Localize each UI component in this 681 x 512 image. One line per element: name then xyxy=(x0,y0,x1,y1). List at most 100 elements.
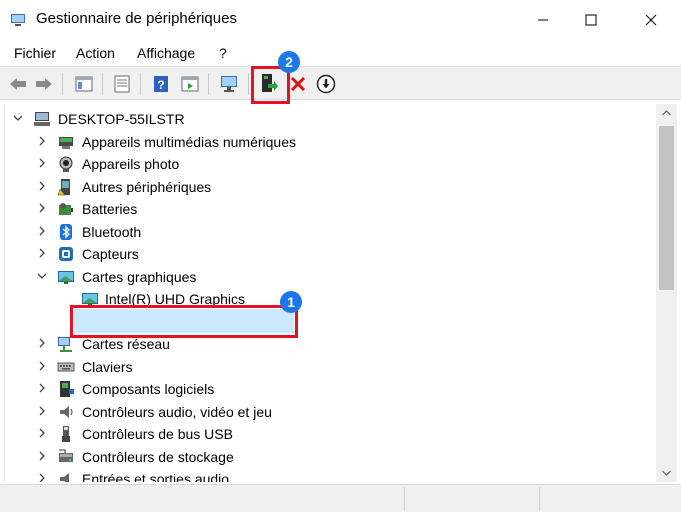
maximize-icon xyxy=(585,14,597,26)
sensor-icon xyxy=(59,247,73,261)
tree-category[interactable]: Contrôleurs de bus USB xyxy=(5,423,654,445)
close-icon xyxy=(645,14,657,26)
console-tree-icon xyxy=(75,76,93,92)
tree-category[interactable]: Batteries xyxy=(5,198,654,220)
scroll-down-button[interactable] xyxy=(656,464,677,482)
chevron-down-icon xyxy=(662,470,671,476)
camera-icon xyxy=(59,156,73,172)
console-tree-button[interactable] xyxy=(72,72,96,96)
category-label: Appareils photo xyxy=(82,156,180,172)
vertical-scrollbar[interactable] xyxy=(656,104,677,482)
chevron-up-icon xyxy=(662,110,671,116)
tree-root[interactable]: DESKTOP-55ILSTR xyxy=(5,108,654,130)
category-label: Autres périphériques xyxy=(82,179,212,195)
toolbar-separator xyxy=(102,73,103,95)
storage-controller-icon xyxy=(59,449,73,462)
chevron-right-icon[interactable] xyxy=(37,203,47,213)
menu-help[interactable]: ? xyxy=(219,45,227,61)
scan-hardware-icon xyxy=(221,76,237,92)
tree-category[interactable]: Capteurs xyxy=(5,243,654,265)
keyboard-icon xyxy=(57,362,75,372)
tree-category[interactable]: Cartes graphiques xyxy=(5,266,654,288)
computer-name: DESKTOP-55ILSTR xyxy=(58,111,185,127)
minimize-button[interactable] xyxy=(520,0,566,40)
category-label: Cartes graphiques xyxy=(82,269,197,285)
tree-category[interactable]: Appareils photo xyxy=(5,153,654,175)
uninstall-device-icon xyxy=(290,76,306,92)
status-bar xyxy=(0,484,681,512)
tree-category[interactable]: Composants logiciels xyxy=(5,378,654,400)
scan-hardware-button[interactable] xyxy=(218,72,242,96)
usb-icon xyxy=(62,426,70,442)
highlight-box-selected-device xyxy=(70,305,298,338)
chevron-right-icon[interactable] xyxy=(37,383,47,393)
device-tree[interactable]: DESKTOP-55ILSTR Appareils multimédias nu… xyxy=(4,104,654,482)
tree-category[interactable]: Bluetooth xyxy=(5,221,654,243)
category-label: Contrôleurs de stockage xyxy=(82,449,234,465)
tree-category[interactable]: Entrées et sorties audio xyxy=(5,468,654,482)
media-device-icon xyxy=(59,137,73,149)
chevron-right-icon[interactable] xyxy=(37,406,47,416)
minimize-icon xyxy=(538,19,548,21)
tree-category[interactable]: Contrôleurs audio, vidéo et jeu xyxy=(5,401,654,423)
category-label: Appareils multimédias numériques xyxy=(82,134,296,150)
category-label: Contrôleurs audio, vidéo et jeu xyxy=(82,404,272,420)
scroll-thumb[interactable] xyxy=(659,126,674,290)
back-arrow-icon xyxy=(10,78,26,90)
chevron-down-icon[interactable] xyxy=(37,271,47,281)
category-label: Entrées et sorties audio xyxy=(82,471,230,482)
toolbar: ? xyxy=(0,66,681,100)
tree-category[interactable]: Contrôleurs de stockage xyxy=(5,446,654,468)
category-label: Cartes réseau xyxy=(82,336,170,352)
scroll-up-button[interactable] xyxy=(656,104,677,122)
annotation-badge-1: 1 xyxy=(280,291,302,313)
toolbar-separator xyxy=(140,73,141,95)
chevron-right-icon[interactable] xyxy=(37,428,47,438)
software-component-icon xyxy=(60,381,74,397)
chevron-right-icon[interactable] xyxy=(37,361,47,371)
chevron-right-icon[interactable] xyxy=(37,473,47,482)
chevron-right-icon[interactable] xyxy=(37,338,47,348)
window-title: Gestionnaire de périphériques xyxy=(36,10,237,27)
action-pane-button[interactable] xyxy=(178,72,202,96)
forward-button[interactable] xyxy=(32,72,56,96)
category-label: Claviers xyxy=(82,359,133,375)
chevron-right-icon[interactable] xyxy=(37,451,47,461)
category-label: Capteurs xyxy=(82,246,139,262)
status-cell xyxy=(539,487,677,511)
chevron-down-icon[interactable] xyxy=(13,113,23,123)
battery-icon xyxy=(59,203,73,215)
chevron-right-icon[interactable] xyxy=(37,226,47,236)
tree-category[interactable]: Appareils multimédias numériques xyxy=(5,131,654,153)
menu-affichage[interactable]: Affichage xyxy=(137,45,195,61)
chevron-right-icon[interactable] xyxy=(37,181,47,191)
bluetooth-icon xyxy=(60,224,72,240)
chevron-right-icon[interactable] xyxy=(37,248,47,258)
maximize-button[interactable] xyxy=(568,0,614,40)
category-label: Composants logiciels xyxy=(82,381,215,397)
annotation-badge-2: 2 xyxy=(278,51,300,73)
toolbar-separator xyxy=(208,73,209,95)
svg-text:?: ? xyxy=(157,78,164,92)
chevron-right-icon[interactable] xyxy=(37,158,47,168)
category-label: Batteries xyxy=(82,201,138,217)
properties-button[interactable] xyxy=(110,72,134,96)
unknown-device-icon xyxy=(57,179,70,196)
chevron-right-icon[interactable] xyxy=(37,136,47,146)
menu-bar: Fichier Action Affichage ? xyxy=(0,40,681,66)
menu-action[interactable]: Action xyxy=(76,45,115,61)
tree-category[interactable]: Autres périphériques xyxy=(5,176,654,198)
toolbar-separator xyxy=(248,73,249,95)
forward-arrow-icon xyxy=(36,78,52,90)
help-button[interactable]: ? xyxy=(149,72,173,96)
disable-device-icon xyxy=(316,74,336,94)
title-bar: Gestionnaire de périphériques xyxy=(0,0,681,40)
tree-category[interactable]: Claviers xyxy=(5,356,654,378)
disable-device-button[interactable] xyxy=(314,72,338,96)
action-pane-icon xyxy=(181,76,199,92)
close-button[interactable] xyxy=(628,0,674,40)
menu-fichier[interactable]: Fichier xyxy=(14,45,56,61)
computer-icon xyxy=(34,112,50,126)
back-button[interactable] xyxy=(6,72,30,96)
speaker-icon xyxy=(60,406,73,418)
